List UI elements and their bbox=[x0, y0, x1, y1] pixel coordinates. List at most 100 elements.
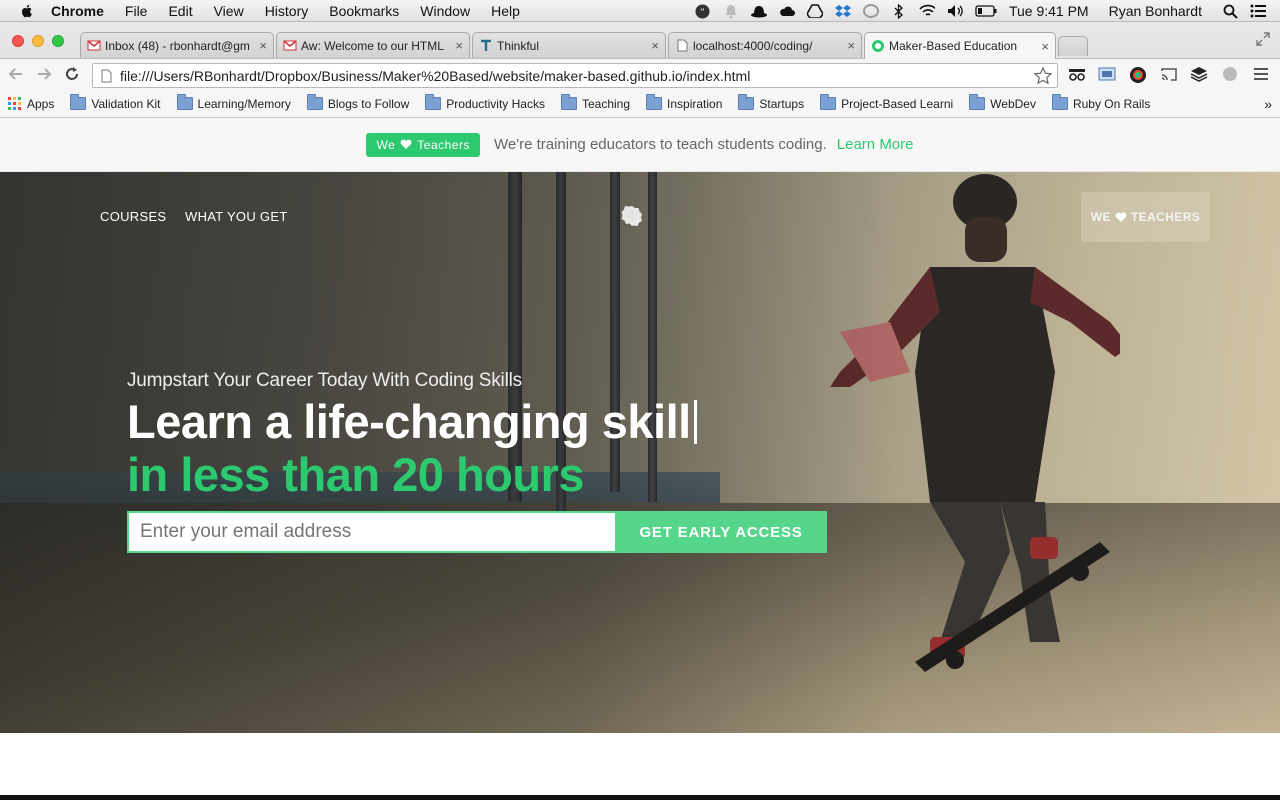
maker-icon bbox=[871, 39, 885, 53]
screenshot-extension-icon[interactable] bbox=[1098, 66, 1116, 87]
tab-maker-based[interactable]: Maker-Based Education × bbox=[864, 32, 1056, 59]
minimize-window-button[interactable] bbox=[32, 35, 44, 47]
bluetooth-icon[interactable] bbox=[891, 3, 907, 19]
page-icon bbox=[675, 39, 689, 53]
tab-thinkful[interactable]: Thinkful × bbox=[472, 32, 666, 58]
colorpicker-extension-icon[interactable] bbox=[1129, 66, 1147, 89]
tab-close-icon[interactable]: × bbox=[259, 38, 267, 53]
bookmark-label: Blogs to Follow bbox=[327, 96, 410, 111]
hat-icon[interactable] bbox=[750, 3, 767, 19]
reload-icon[interactable] bbox=[64, 66, 80, 87]
spotlight-search-icon[interactable] bbox=[1222, 3, 1238, 19]
email-input[interactable] bbox=[127, 511, 617, 553]
folder-icon bbox=[820, 94, 837, 110]
incognito-extension-icon[interactable] bbox=[1068, 67, 1086, 86]
buffer-extension-icon[interactable] bbox=[1190, 66, 1208, 87]
menu-file[interactable]: File bbox=[125, 3, 148, 19]
bookmark-folder[interactable]: Learning/Memory bbox=[176, 94, 291, 111]
menu-help[interactable]: Help bbox=[491, 3, 520, 19]
get-early-access-button[interactable]: GET EARLY ACCESS bbox=[615, 511, 827, 553]
menu-app-name[interactable]: Chrome bbox=[51, 3, 104, 19]
learn-more-link[interactable]: Learn More bbox=[837, 136, 914, 153]
heart-icon bbox=[400, 139, 412, 149]
bookmark-label: Ruby On Rails bbox=[1072, 96, 1151, 111]
menu-edit[interactable]: Edit bbox=[168, 3, 192, 19]
bookmark-star-icon[interactable] bbox=[1034, 66, 1052, 85]
tab-title: Inbox (48) - rbonhardt@gm bbox=[105, 38, 250, 53]
tab-inbox[interactable]: Inbox (48) - rbonhardt@gm × bbox=[80, 32, 274, 58]
teach-button-suffix: TEACHERS bbox=[1130, 210, 1201, 224]
chrome-menu-icon[interactable] bbox=[1254, 68, 1268, 86]
folder-icon bbox=[306, 94, 323, 110]
menubar-user[interactable]: Ryan Bonhardt bbox=[1109, 3, 1202, 19]
bookmark-apps[interactable]: Apps bbox=[8, 96, 55, 111]
announcement-text: We're training educators to teach studen… bbox=[493, 136, 827, 153]
menu-bookmarks[interactable]: Bookmarks bbox=[329, 3, 399, 19]
we-love-teachers-button[interactable]: WE TEACHERS bbox=[1081, 192, 1210, 242]
back-icon[interactable] bbox=[8, 66, 24, 87]
bookmark-folder[interactable]: Validation Kit bbox=[70, 94, 161, 111]
bookmark-folder[interactable]: Teaching bbox=[560, 94, 631, 111]
hero-section: COURSES WHAT YOU GET WE TEACHERS Jumpsta… bbox=[0, 172, 1280, 733]
bookmark-folder[interactable]: Startups bbox=[738, 94, 805, 111]
tab-aw-welcome[interactable]: Aw: Welcome to our HTML × bbox=[276, 32, 470, 58]
page-icon bbox=[101, 69, 112, 83]
maximize-window-button[interactable] bbox=[52, 35, 64, 47]
menu-view[interactable]: View bbox=[214, 3, 244, 19]
nav-what-you-get[interactable]: WHAT YOU GET bbox=[185, 209, 288, 224]
evernote-extension-icon[interactable] bbox=[1222, 66, 1238, 87]
volume-icon[interactable] bbox=[947, 3, 963, 19]
battery-icon[interactable] bbox=[975, 3, 997, 19]
bookmark-folder[interactable]: Productivity Hacks bbox=[425, 94, 545, 111]
fullscreen-icon[interactable] bbox=[1256, 32, 1270, 46]
notification-bell-icon[interactable] bbox=[723, 3, 739, 19]
hero-subheading: Jumpstart Your Career Today With Coding … bbox=[127, 370, 522, 391]
tab-close-icon[interactable]: × bbox=[1041, 39, 1049, 54]
tab-localhost[interactable]: localhost:4000/coding/ × bbox=[668, 32, 862, 58]
site-logo-icon[interactable] bbox=[620, 204, 644, 228]
apple-icon[interactable] bbox=[19, 3, 35, 19]
bookmark-folder[interactable]: Ruby On Rails bbox=[1051, 94, 1151, 111]
status-quote-icon[interactable]: ” bbox=[695, 3, 711, 19]
nav-courses[interactable]: COURSES bbox=[100, 209, 166, 224]
bookmark-label: Startups bbox=[759, 96, 805, 111]
folder-icon bbox=[738, 94, 755, 110]
heart-icon bbox=[1115, 212, 1127, 222]
tab-close-icon[interactable]: × bbox=[651, 38, 659, 53]
thinkful-icon bbox=[479, 39, 493, 53]
hero-headline: Learn a life-changing skill bbox=[127, 394, 697, 449]
bookmark-label: Learning/Memory bbox=[197, 96, 291, 111]
url-text[interactable]: file:///Users/RBonhardt/Dropbox/Business… bbox=[120, 68, 1034, 84]
window-bottom-edge bbox=[0, 795, 1280, 800]
badge-prefix: We bbox=[376, 137, 396, 152]
badge-suffix: Teachers bbox=[417, 137, 470, 152]
bookmarks-overflow-button[interactable]: » bbox=[1264, 96, 1272, 112]
cloud-icon[interactable] bbox=[779, 3, 795, 19]
bookmark-label: Teaching bbox=[581, 96, 631, 111]
bookmark-folder[interactable]: Blogs to Follow bbox=[306, 94, 410, 111]
google-drive-icon[interactable] bbox=[806, 3, 823, 19]
menu-history[interactable]: History bbox=[265, 3, 309, 19]
dropbox-icon[interactable] bbox=[834, 3, 851, 19]
creative-cloud-icon[interactable] bbox=[862, 3, 879, 19]
headline-text: Learn a life-changing skill bbox=[127, 395, 691, 448]
cast-icon[interactable] bbox=[1160, 67, 1178, 87]
menubar-clock[interactable]: Tue 9:41 PM bbox=[1009, 3, 1089, 19]
bookmark-folder[interactable]: WebDev bbox=[969, 94, 1036, 111]
tab-close-icon[interactable]: × bbox=[847, 38, 855, 53]
new-tab-button[interactable] bbox=[1058, 36, 1088, 56]
forward-icon[interactable] bbox=[36, 66, 52, 87]
folder-icon bbox=[646, 94, 663, 110]
address-bar[interactable]: file:///Users/RBonhardt/Dropbox/Business… bbox=[92, 63, 1058, 88]
wifi-icon[interactable] bbox=[919, 3, 935, 19]
typing-caret bbox=[693, 400, 697, 444]
bookmark-label: Apps bbox=[27, 96, 55, 111]
teachers-badge[interactable]: We Teachers bbox=[366, 132, 480, 157]
menu-window[interactable]: Window bbox=[420, 3, 470, 19]
bookmark-folder[interactable]: Inspiration bbox=[646, 94, 722, 111]
notification-center-icon[interactable] bbox=[1250, 3, 1266, 19]
tab-close-icon[interactable]: × bbox=[455, 38, 463, 53]
bookmark-folder[interactable]: Project-Based Learni bbox=[820, 94, 953, 111]
svg-text:”: ” bbox=[701, 8, 706, 18]
close-window-button[interactable] bbox=[12, 35, 24, 47]
